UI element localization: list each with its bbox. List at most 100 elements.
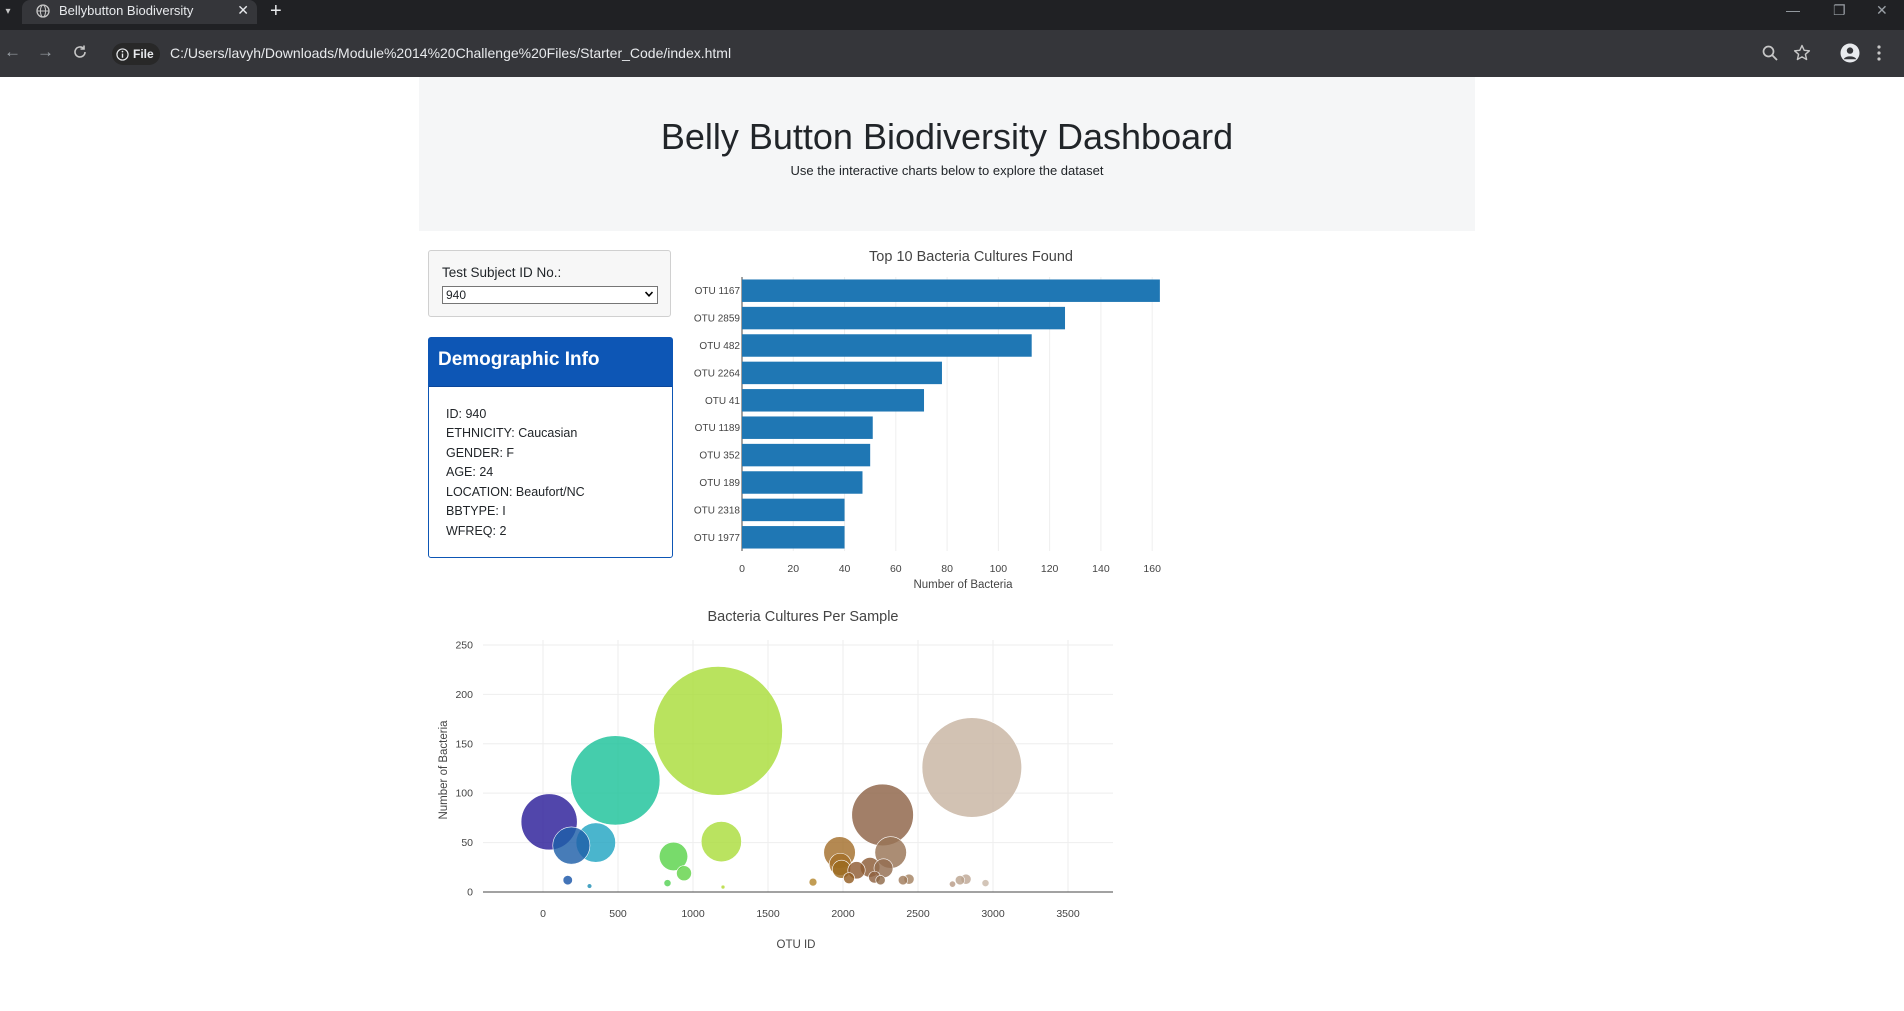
- menu-kebab-icon[interactable]: [1876, 44, 1882, 62]
- bubble: [949, 880, 956, 888]
- bubble-x-tick-label: 1000: [681, 908, 705, 920]
- site-info-chip[interactable]: File: [112, 43, 160, 65]
- bubble-chart-title: Bacteria Cultures Per Sample: [708, 609, 899, 625]
- bar-chart-title: Top 10 Bacteria Cultures Found: [869, 249, 1073, 265]
- bubble: [954, 875, 966, 886]
- bubble-x-tick-label: 500: [609, 908, 627, 920]
- bar-x-tick-label: 60: [890, 563, 902, 575]
- zoom-icon[interactable]: [1761, 44, 1779, 62]
- bubble-y-tick-label: 100: [455, 788, 473, 800]
- bubble: [897, 875, 909, 886]
- bubble: [552, 826, 591, 865]
- page-subtitle: Use the interactive charts below to expl…: [790, 163, 1104, 178]
- demographic-row: LOCATION: Beaufort/NC: [446, 485, 585, 499]
- reload-icon[interactable]: [72, 44, 88, 60]
- bar-x-tick-label: 80: [941, 563, 953, 575]
- bar-x-tick-label: 100: [990, 563, 1008, 575]
- bar: [742, 443, 871, 467]
- bubble: [663, 879, 672, 887]
- bar: [742, 306, 1066, 330]
- bubble: [875, 875, 886, 886]
- bubble-x-tick-label: 1500: [756, 908, 780, 920]
- bar-y-tick-label: OTU 189: [699, 478, 740, 489]
- bar-y-tick-label: OTU 1189: [695, 423, 741, 434]
- forward-icon[interactable]: →: [37, 42, 54, 62]
- bubble: [720, 884, 726, 890]
- header-jumbotron: Belly Button Biodiversity Dashboard Use …: [419, 77, 1475, 231]
- bubble: [851, 783, 914, 847]
- selected-subject-id: 940: [446, 288, 467, 302]
- minimize-icon[interactable]: —: [1786, 0, 1800, 22]
- bubble: [586, 883, 593, 889]
- demographic-row: AGE: 24: [446, 465, 494, 479]
- demographic-info-title: Demographic Info: [438, 349, 600, 370]
- bar-y-tick-label: OTU 482: [699, 341, 740, 352]
- demographic-row: ID: 940: [446, 407, 487, 421]
- bubble: [808, 877, 818, 887]
- tab-title: Bellybutton Biodiversity: [59, 3, 194, 18]
- bar: [742, 416, 873, 439]
- bar-x-tick-label: 20: [787, 563, 799, 575]
- bubble: [981, 879, 990, 887]
- bubble-y-tick-label: 250: [455, 639, 473, 651]
- bubble: [843, 872, 855, 884]
- restore-icon[interactable]: ❐: [1833, 0, 1846, 22]
- bar-x-tick-label: 140: [1092, 563, 1110, 575]
- tab-search-icon[interactable]: ▾: [0, 0, 16, 22]
- bubble-y-tick-label: 200: [455, 689, 473, 701]
- bar-x-tick-label: 0: [739, 563, 745, 575]
- bubble-y-tick-label: 50: [461, 837, 473, 849]
- demographic-row: ETHNICITY: Caucasian: [446, 426, 578, 440]
- bar-chart-xlabel: Number of Bacteria: [913, 579, 1013, 591]
- bubble-y-tick-label: 150: [455, 738, 473, 750]
- demographic-row: WFREQ: 2: [446, 524, 507, 538]
- bubble-y-tick-label: 0: [467, 887, 473, 899]
- bar: [742, 471, 863, 494]
- bubble: [676, 865, 692, 882]
- bar-y-tick-label: OTU 2318: [694, 505, 741, 516]
- bubble-x-tick-label: 0: [540, 908, 546, 920]
- bookmark-star-icon[interactable]: [1793, 44, 1811, 62]
- new-tab-icon[interactable]: +: [270, 0, 282, 22]
- bubble-chart-xlabel: OTU ID: [777, 939, 816, 951]
- file-chip-label: File: [133, 47, 154, 61]
- close-window-icon[interactable]: ✕: [1876, 0, 1888, 22]
- top10-bar-chart[interactable]: Top 10 Bacteria Cultures Found OTU 1167 O…: [690, 245, 1190, 595]
- subject-selector-label: Test Subject ID No.:: [442, 265, 562, 280]
- bubble-x-tick-label: 2500: [906, 908, 930, 920]
- info-icon: [116, 47, 129, 61]
- bubble-chart[interactable]: Bacteria Cultures Per Sample 0 500 1000 150…: [428, 600, 1148, 960]
- bar: [742, 389, 925, 412]
- bar: [742, 361, 942, 385]
- bubble-x-tick-label: 3000: [981, 908, 1005, 920]
- demographic-info-header: Demographic Info: [429, 338, 672, 387]
- bubble-chart-ylabel: Number of Bacteria: [438, 720, 450, 820]
- bar: [742, 334, 1032, 357]
- bubble-x-tick-label: 3500: [1056, 908, 1080, 920]
- bar-y-tick-label: OTU 2859: [694, 314, 741, 325]
- bar-x-tick-label: 160: [1143, 563, 1161, 575]
- demographic-info-panel: Demographic Info ID: 940 ETHNICITY: Cauc…: [428, 337, 673, 558]
- browser-tab[interactable]: Bellybutton Biodiversity ✕: [22, 0, 257, 24]
- bar: [742, 279, 1160, 302]
- demographic-row: GENDER: F: [446, 446, 515, 460]
- url-text: C:/Users/lavyh/Downloads/Module%2014%20C…: [170, 45, 732, 61]
- bubble: [700, 821, 742, 863]
- address-bar[interactable]: File C:/Users/lavyh/Downloads/Module%201…: [108, 38, 1888, 70]
- bar-x-tick-label: 40: [839, 563, 851, 575]
- close-tab-icon[interactable]: ✕: [237, 2, 249, 19]
- bar-y-tick-label: OTU 2264: [694, 368, 741, 379]
- bar: [742, 498, 845, 522]
- subject-id-select[interactable]: 940: [442, 286, 658, 304]
- bar-y-tick-label: OTU 1167: [695, 286, 741, 297]
- browser-toolbar: ← → File C:/Users/lavyh/Downloads/Module…: [0, 30, 1904, 77]
- bubble-x-tick-label: 2000: [831, 908, 855, 920]
- chevron-down-icon: [645, 291, 653, 297]
- bubble: [570, 735, 661, 826]
- back-icon[interactable]: ←: [4, 42, 21, 62]
- bubble: [562, 875, 573, 886]
- subject-selector-card: Test Subject ID No.: 940: [428, 250, 671, 317]
- bar-y-tick-label: OTU 41: [705, 396, 740, 407]
- profile-avatar-icon[interactable]: [1840, 43, 1860, 63]
- bar-x-tick-label: 120: [1041, 563, 1059, 575]
